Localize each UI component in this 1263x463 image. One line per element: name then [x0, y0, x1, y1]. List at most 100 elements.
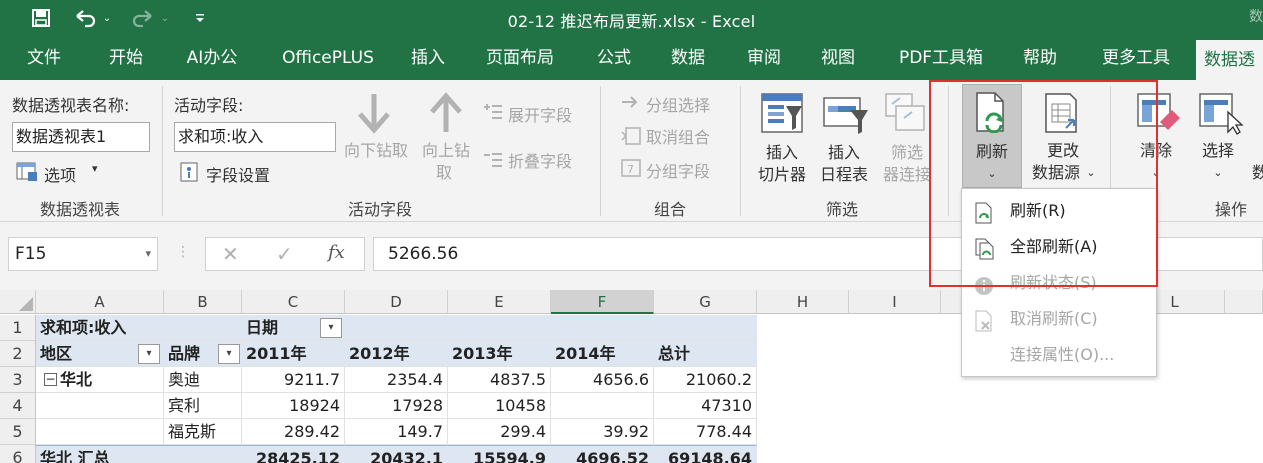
cell-c2[interactable]: 2011年	[242, 341, 345, 367]
cell-d4[interactable]: 17928	[345, 393, 448, 419]
slicer-icon[interactable]	[760, 92, 804, 138]
cell-d2[interactable]: 2012年	[345, 341, 448, 367]
drill-down-label[interactable]: 向下钻取	[338, 140, 414, 162]
field-settings-label[interactable]: 字段设置	[206, 162, 270, 186]
collapse-toggle-icon[interactable]: −	[44, 373, 57, 386]
cell-d5[interactable]: 149.7	[345, 419, 448, 445]
cell-b4[interactable]: 宾利	[164, 393, 242, 419]
formula-bar-resize-icon[interactable]: ⋮	[176, 244, 190, 260]
column-header-d[interactable]: D	[345, 290, 448, 314]
tab-home[interactable]: 开始	[94, 36, 158, 80]
cell-d3[interactable]: 2354.4	[345, 367, 448, 393]
cell-c4[interactable]: 18924	[242, 393, 345, 419]
column-header-a[interactable]: A	[36, 290, 164, 314]
region-filter-dropdown-icon[interactable]: ▾	[138, 344, 160, 364]
row-header-1[interactable]: 1	[0, 315, 36, 341]
tab-insert[interactable]: 插入	[398, 36, 458, 80]
cell-d6[interactable]: 20432.1	[345, 445, 448, 463]
cell-e5[interactable]: 299.4	[448, 419, 551, 445]
ungroup-label[interactable]: 取消组合	[646, 124, 710, 148]
cell-a6[interactable]: 华北 汇总	[36, 445, 242, 463]
row-header-2[interactable]: 2	[0, 341, 36, 367]
field-settings-icon[interactable]	[180, 162, 198, 186]
ungroup-icon[interactable]	[620, 126, 642, 150]
insert-timeline-label-2[interactable]: 日程表	[812, 164, 876, 186]
tab-data[interactable]: 数据	[658, 36, 718, 80]
cell-c5[interactable]: 289.42	[242, 419, 345, 445]
enter-icon[interactable]: ✓	[276, 242, 293, 266]
user-avatar[interactable]: 数	[1249, 6, 1263, 26]
cell-b3[interactable]: 奥迪	[164, 367, 242, 393]
column-header-m[interactable]	[1225, 290, 1263, 314]
cell-e6[interactable]: 15594.9	[448, 445, 551, 463]
column-header-f[interactable]: F	[551, 290, 654, 314]
row-header-4[interactable]: 4	[0, 393, 36, 419]
collapse-field-label[interactable]: 折叠字段	[508, 148, 572, 172]
pivot-name-input[interactable]: 数据透视表1	[12, 122, 150, 152]
column-header-b[interactable]: B	[164, 290, 242, 314]
brand-filter-dropdown-icon[interactable]: ▾	[218, 344, 240, 364]
cell-a1[interactable]: 求和项:收入	[36, 315, 242, 341]
cell-e4[interactable]: 10458	[448, 393, 551, 419]
change-source-dropdown-icon[interactable]: ⌄	[1084, 162, 1098, 184]
filter-connections-label-2[interactable]: 器连接	[876, 164, 938, 186]
menu-item-cancel-refresh[interactable]: 取消刷新(C)	[962, 301, 1156, 337]
date-filter-dropdown-icon[interactable]: ▾	[320, 318, 342, 338]
cell-e3[interactable]: 4837.5	[448, 367, 551, 393]
column-header-h[interactable]: H	[757, 290, 849, 314]
options-icon[interactable]	[16, 162, 38, 186]
tab-more-tools[interactable]: 更多工具	[1086, 36, 1186, 80]
tab-help[interactable]: 帮助	[1010, 36, 1070, 80]
cell-f2[interactable]: 2014年	[551, 341, 654, 367]
row-header-6[interactable]: 6	[0, 445, 36, 463]
drill-up-label[interactable]: 向上钻	[414, 140, 478, 162]
drill-up-icon[interactable]	[428, 90, 464, 138]
cell-g2[interactable]: 总计	[654, 341, 757, 367]
menu-item-refresh-all[interactable]: 全部刷新(A)	[962, 229, 1156, 265]
cell-c3[interactable]: 9211.7	[242, 367, 345, 393]
clear-icon[interactable]	[1136, 92, 1182, 138]
expand-field-icon[interactable]	[482, 102, 504, 126]
active-field-input[interactable]: 求和项:收入	[174, 122, 336, 152]
menu-item-refresh-status[interactable]: 刷新状态(S)	[962, 265, 1156, 301]
tab-formulas[interactable]: 公式	[584, 36, 644, 80]
change-source-label-2[interactable]: 数据源	[1026, 162, 1086, 184]
cell-f6[interactable]: 4696.52	[551, 445, 654, 463]
drill-down-icon[interactable]	[356, 92, 392, 140]
menu-item-connection-properties[interactable]: 连接属性(O)...	[962, 337, 1156, 373]
cell-g4[interactable]: 47310	[654, 393, 757, 419]
cell-a5[interactable]	[36, 419, 164, 445]
group-field-label[interactable]: 分组字段	[646, 158, 710, 182]
select-dropdown-icon[interactable]: ⌄	[1190, 162, 1246, 184]
select-icon[interactable]	[1198, 92, 1244, 140]
cell-f5[interactable]: 39.92	[551, 419, 654, 445]
collapse-field-icon[interactable]	[482, 150, 504, 174]
row-header-3[interactable]: 3	[0, 367, 36, 393]
actions-extra-label[interactable]: 数	[1250, 162, 1263, 184]
change-source-icon[interactable]	[1044, 92, 1086, 140]
tab-ai[interactable]: AI办公	[172, 36, 252, 80]
column-header-e[interactable]: E	[448, 290, 551, 314]
column-header-g[interactable]: G	[654, 290, 757, 314]
group-selection-label[interactable]: 分组选择	[646, 92, 710, 116]
cell-b5[interactable]: 福克斯	[164, 419, 242, 445]
insert-slicer-label-2[interactable]: 切片器	[750, 164, 814, 186]
tab-view[interactable]: 视图	[808, 36, 868, 80]
drill-up-label-2[interactable]: 取	[414, 162, 474, 184]
insert-function-icon[interactable]: fx	[328, 242, 345, 263]
clear-dropdown-icon[interactable]: ⌄	[1128, 162, 1184, 184]
menu-item-refresh[interactable]: 刷新(R)	[962, 193, 1156, 229]
cell-c6[interactable]: 28425.12	[242, 445, 345, 463]
expand-field-label[interactable]: 展开字段	[508, 102, 572, 126]
name-box-dropdown-icon[interactable]: ▾	[145, 238, 151, 270]
tab-page-layout[interactable]: 页面布局	[472, 36, 568, 80]
cell-g3[interactable]: 21060.2	[654, 367, 757, 393]
cancel-icon[interactable]: ✕	[222, 242, 239, 266]
change-source-label[interactable]: 更改	[1026, 140, 1100, 162]
insert-timeline-label[interactable]: 插入	[812, 142, 876, 164]
select-label[interactable]: 选择	[1190, 140, 1246, 162]
filter-connections-label[interactable]: 筛选	[876, 142, 938, 164]
timeline-icon[interactable]	[822, 96, 868, 138]
cell-g6[interactable]: 69148.64	[654, 445, 757, 463]
options-dropdown-icon[interactable]: ▾	[92, 162, 98, 175]
